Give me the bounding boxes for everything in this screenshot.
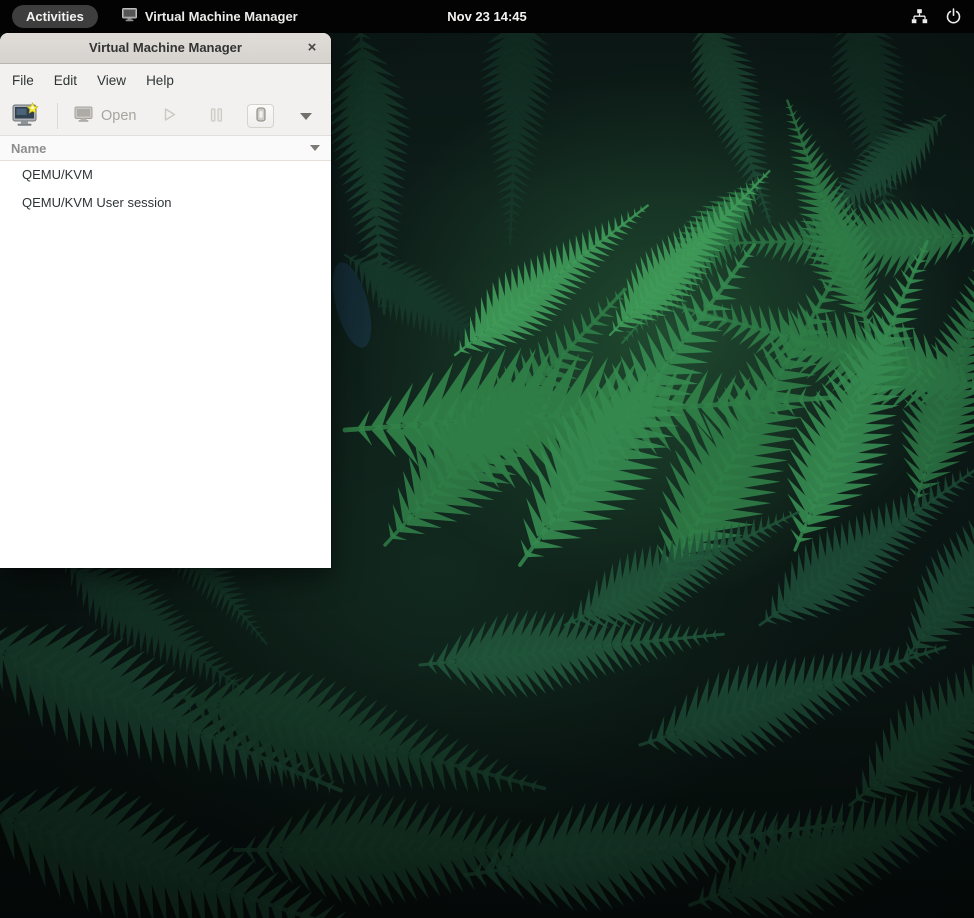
toolbar: Open bbox=[0, 97, 331, 136]
pause-vm-button[interactable] bbox=[205, 105, 228, 128]
wired-network-icon bbox=[911, 8, 928, 25]
list-item-qemu-kvm-user-session[interactable]: QEMU/KVM User session bbox=[0, 189, 331, 217]
menu-bar: File Edit View Help bbox=[0, 64, 331, 97]
toolbar-separator bbox=[57, 103, 58, 129]
name-column-label: Name bbox=[11, 141, 46, 156]
shutdown-vm-button[interactable] bbox=[247, 104, 274, 128]
name-column-header[interactable]: Name bbox=[0, 136, 331, 161]
menu-help[interactable]: Help bbox=[136, 66, 184, 95]
pause-icon bbox=[209, 107, 224, 126]
vmm-app-icon bbox=[122, 8, 137, 25]
menu-file[interactable]: File bbox=[2, 66, 44, 95]
new-vm-button[interactable] bbox=[8, 100, 44, 133]
shutdown-icon bbox=[255, 107, 267, 125]
monitor-icon bbox=[74, 106, 93, 127]
close-icon[interactable]: × bbox=[302, 38, 322, 58]
top-bar: Activities Virtual Machine Manager Nov 2… bbox=[0, 0, 974, 33]
run-vm-button[interactable] bbox=[157, 104, 182, 128]
window-title: Virtual Machine Manager bbox=[89, 40, 242, 55]
menu-edit[interactable]: Edit bbox=[44, 66, 87, 95]
sort-chevron-down-icon bbox=[310, 145, 320, 151]
desktop: Activities Virtual Machine Manager Nov 2… bbox=[0, 0, 974, 918]
new-vm-monitor-star-icon bbox=[12, 102, 40, 131]
connection-list: QEMU/KVM QEMU/KVM User session bbox=[0, 161, 331, 568]
open-button[interactable]: Open bbox=[70, 104, 140, 129]
system-status-area[interactable] bbox=[911, 8, 962, 25]
open-button-label: Open bbox=[101, 108, 136, 124]
power-icon bbox=[945, 8, 962, 25]
activities-button[interactable]: Activities bbox=[12, 5, 98, 28]
clock[interactable]: Nov 23 14:45 bbox=[447, 9, 527, 24]
vmm-window: Virtual Machine Manager × File Edit View… bbox=[0, 33, 331, 568]
menu-view[interactable]: View bbox=[87, 66, 136, 95]
shutdown-menu-button[interactable] bbox=[296, 111, 316, 122]
focused-app-title: Virtual Machine Manager bbox=[145, 9, 298, 24]
focused-app-menu[interactable]: Virtual Machine Manager bbox=[122, 8, 298, 25]
chevron-down-icon bbox=[300, 113, 312, 120]
window-titlebar[interactable]: Virtual Machine Manager × bbox=[0, 33, 331, 64]
list-item-qemu-kvm[interactable]: QEMU/KVM bbox=[0, 161, 331, 189]
play-icon bbox=[161, 106, 178, 126]
